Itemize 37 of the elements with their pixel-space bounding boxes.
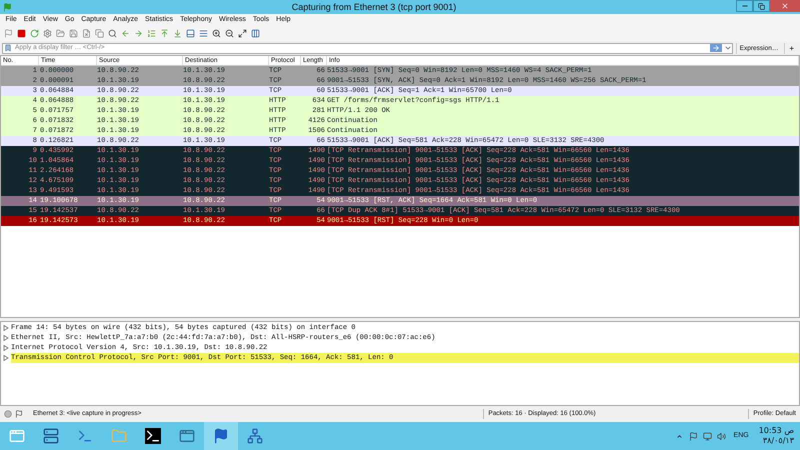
terminal-icon <box>145 428 161 444</box>
network-icon <box>247 428 263 444</box>
zoom-in-icon[interactable] <box>212 29 221 38</box>
close-icon <box>781 2 789 10</box>
server-manager-icon <box>43 428 59 444</box>
settings-icon[interactable] <box>43 29 52 38</box>
save-icon[interactable] <box>69 29 78 38</box>
powershell-icon <box>77 428 93 444</box>
network-status-icon[interactable] <box>702 432 712 440</box>
resize-columns-icon[interactable] <box>251 29 260 38</box>
restore-button[interactable] <box>753 0 770 12</box>
app-icon <box>3 2 12 12</box>
back-icon[interactable] <box>121 29 130 38</box>
restart-icon[interactable] <box>30 29 39 38</box>
window-icon <box>179 428 195 444</box>
open-file-icon[interactable] <box>56 29 65 38</box>
tray-expand-icon[interactable] <box>676 432 683 440</box>
minimize-button[interactable] <box>736 0 753 12</box>
bookmark-icon[interactable] <box>4 44 12 52</box>
restore-icon <box>758 2 765 10</box>
add-filter-button[interactable]: + <box>784 42 798 54</box>
zoom-out-icon[interactable] <box>225 29 234 38</box>
clock-date[interactable]: ٣٨/٠٥/١٣ <box>762 436 794 446</box>
dropdown-caret-icon[interactable] <box>724 44 732 52</box>
volume-icon[interactable] <box>716 432 726 440</box>
search-icon[interactable] <box>108 29 117 38</box>
flag-icon[interactable] <box>688 432 698 440</box>
first-packet-icon[interactable] <box>160 29 169 38</box>
folder-icon <box>111 428 127 444</box>
window-title: Capturing from Ethernet 3 (tcp port 9001) <box>290 1 458 14</box>
clock-time[interactable]: 10:53 ص <box>758 426 794 436</box>
last-packet-icon[interactable] <box>173 29 182 38</box>
close-file-icon[interactable] <box>82 29 91 38</box>
status-indicator-icon <box>4 410 12 418</box>
forward-icon[interactable] <box>134 29 143 38</box>
go-to-packet-icon[interactable] <box>147 29 156 38</box>
stop-icon[interactable] <box>17 29 26 38</box>
